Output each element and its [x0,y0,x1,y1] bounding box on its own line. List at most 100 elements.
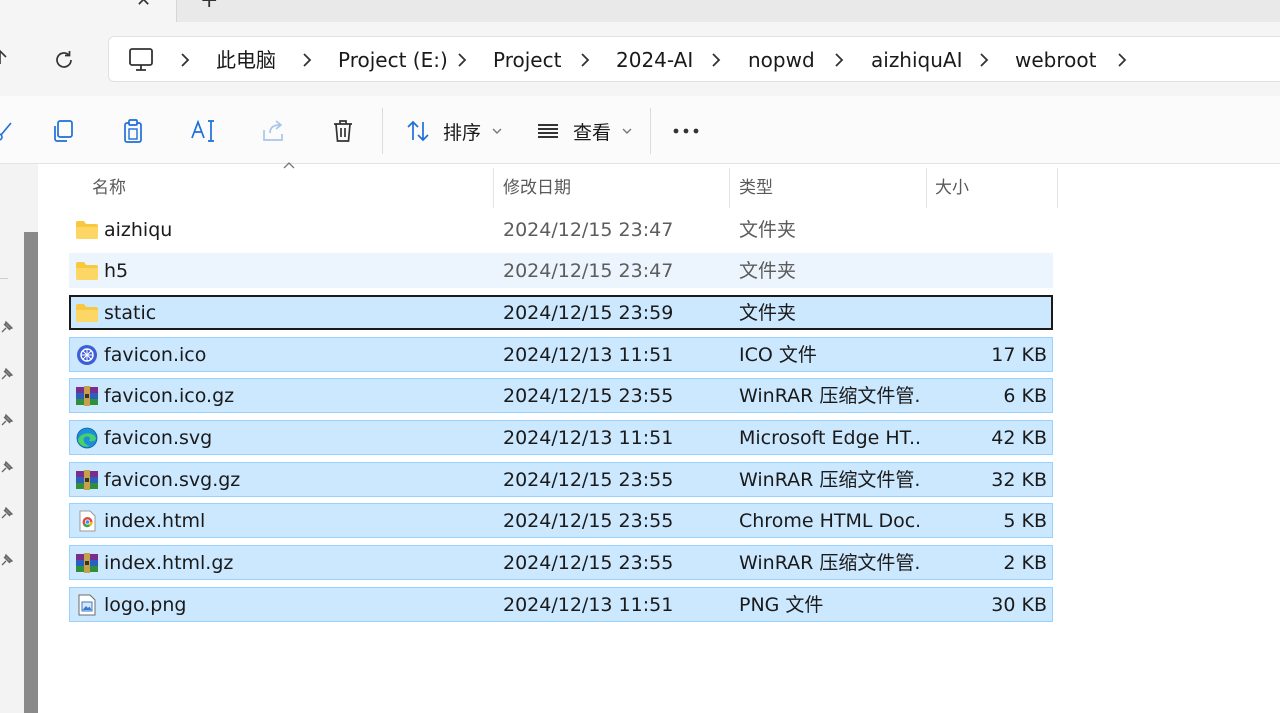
file-name: h5 [104,260,129,282]
file-size: 5 KB [1003,510,1047,532]
file-size: 30 KB [991,594,1047,616]
winrar-archive-icon [76,553,98,573]
chevron-right-icon[interactable] [975,51,993,69]
file-size: 32 KB [991,469,1047,491]
winrar-archive-icon [76,386,98,406]
chevron-right-icon[interactable] [707,51,725,69]
file-size: 6 KB [1003,385,1047,407]
column-header-type[interactable]: 类型 [730,168,927,208]
address-bar[interactable]: 此电脑 Project (E:) Project 2024-AI nopwd a… [108,36,1280,82]
refresh-icon[interactable] [46,42,82,78]
view-button[interactable]: 查看 [535,114,633,148]
pin-icon[interactable] [0,460,14,474]
nav-divider [0,278,8,279]
sort-icon [407,120,429,142]
pin-icon[interactable] [0,506,14,520]
paste-icon[interactable] [118,116,148,146]
chevron-right-icon[interactable] [176,51,194,69]
copy-icon[interactable] [48,116,78,146]
share-icon[interactable] [258,116,288,146]
file-modified: 2024/12/15 23:55 [503,469,674,491]
more-options-icon[interactable] [671,116,701,146]
sort-label: 排序 [443,121,482,144]
file-name: index.html [104,510,206,532]
file-row-static[interactable]: static 2024/12/15 23:59 文件夹 [69,295,1053,330]
new-tab-icon[interactable]: + [200,0,218,12]
file-modified: 2024/12/15 23:55 [503,510,674,532]
column-header-name[interactable]: 名称 [46,168,494,208]
file-type: PNG 文件 [739,594,824,616]
file-type: 文件夹 [739,260,797,282]
breadcrumb-2024-ai[interactable]: 2024-AI [616,48,693,72]
file-size: 42 KB [991,427,1047,449]
cut-icon[interactable] [0,116,18,146]
chrome-file-icon [79,510,96,532]
file-list: 名称 修改日期 类型 大小 aizhiqu 2024/12/15 23:47 文… [46,162,1280,713]
file-row-index-html[interactable]: index.html 2024/12/15 23:55 Chrome HTML … [69,503,1053,538]
chevron-right-icon[interactable] [1113,51,1131,69]
file-name: aizhiqu [104,219,173,241]
folder-icon [76,262,98,280]
file-row-favicon-ico-gz[interactable]: favicon.ico.gz 2024/12/15 23:55 WinRAR 压… [69,378,1053,413]
file-row-index-html-gz[interactable]: index.html.gz 2024/12/15 23:55 WinRAR 压缩… [69,545,1053,580]
file-modified: 2024/12/15 23:47 [503,219,674,241]
command-bar: 排序 查看 [0,96,1280,164]
file-row-favicon-ico[interactable]: favicon.ico 2024/12/13 11:51 ICO 文件 17 K… [69,337,1053,372]
file-type: WinRAR 压缩文件管... [739,385,919,407]
pin-icon[interactable] [0,320,14,334]
file-size: 2 KB [1003,552,1047,574]
pin-icon[interactable] [0,413,14,427]
edge-file-icon [76,427,98,449]
file-modified: 2024/12/13 11:51 [503,594,674,616]
navigation-bar: 此电脑 Project (E:) Project 2024-AI nopwd a… [0,22,1280,96]
navigation-pane [0,164,38,713]
chevron-down-icon [492,128,502,134]
breadcrumb-drive-e[interactable]: Project (E:) [338,48,448,72]
file-modified: 2024/12/15 23:47 [503,260,674,282]
column-type-label: 类型 [739,178,773,198]
file-type: WinRAR 压缩文件管... [739,552,919,574]
delete-icon[interactable] [328,116,358,146]
this-pc-icon[interactable] [127,47,155,73]
tab-strip: ✕ + [0,0,1280,22]
column-divider[interactable] [1057,168,1058,208]
file-name: static [104,302,157,324]
breadcrumb-nopwd[interactable]: nopwd [748,48,815,72]
pin-icon[interactable] [0,367,14,381]
chevron-right-icon[interactable] [453,51,471,69]
file-row-logo-png[interactable]: logo.png 2024/12/13 11:51 PNG 文件 30 KB [69,587,1053,622]
up-arrow-icon[interactable] [0,42,10,72]
view-label: 查看 [573,121,612,144]
chevron-right-icon[interactable] [830,51,848,69]
file-type: WinRAR 压缩文件管... [739,469,919,491]
column-header-size[interactable]: 大小 [927,168,1058,208]
file-modified: 2024/12/15 23:59 [503,302,674,324]
rename-icon[interactable] [188,116,218,146]
file-row-favicon-svg-gz[interactable]: favicon.svg.gz 2024/12/15 23:55 WinRAR 压… [69,462,1053,497]
nav-pane-scrollbar[interactable] [24,232,38,713]
breadcrumb-webroot[interactable]: webroot [1015,48,1096,72]
chevron-right-icon[interactable] [576,51,594,69]
folder-icon [76,304,98,322]
file-row-aizhiqu[interactable]: aizhiqu 2024/12/15 23:47 文件夹 [69,212,1053,247]
file-modified: 2024/12/15 23:55 [503,552,674,574]
column-modified-label: 修改日期 [503,178,571,198]
sort-button[interactable]: 排序 [405,114,503,148]
file-type: 文件夹 [739,219,797,241]
close-tab-icon[interactable]: ✕ [136,0,151,10]
breadcrumb-this-pc[interactable]: 此电脑 [216,48,276,72]
column-header-modified[interactable]: 修改日期 [494,168,730,208]
breadcrumb-aizhiquai[interactable]: aizhiquAI [871,48,963,72]
file-row-h5[interactable]: h5 2024/12/15 23:47 文件夹 [69,253,1053,288]
view-list-icon [538,124,558,138]
ico-file-icon [77,345,97,365]
image-file-icon [78,594,96,616]
file-name: logo.png [104,594,187,616]
active-tab[interactable]: ✕ [0,0,177,22]
breadcrumb-project[interactable]: Project [493,48,561,72]
file-row-favicon-svg[interactable]: favicon.svg 2024/12/13 11:51 Microsoft E… [69,420,1053,455]
chevron-right-icon[interactable] [298,51,316,69]
file-name: favicon.svg [104,427,213,449]
pin-icon[interactable] [0,553,14,567]
file-name: favicon.svg.gz [104,469,241,491]
